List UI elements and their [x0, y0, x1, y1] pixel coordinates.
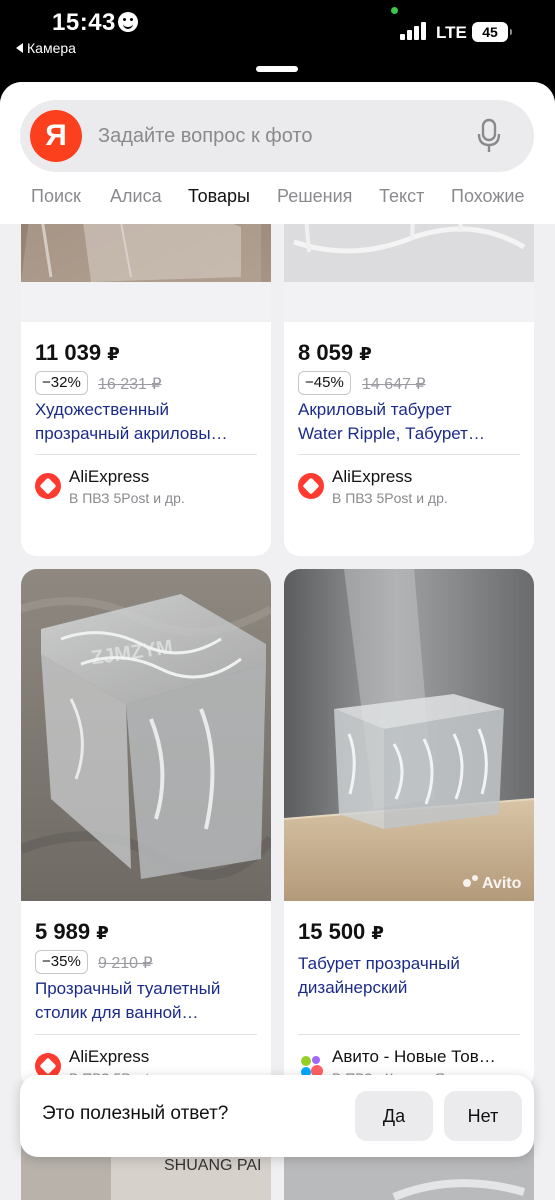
product-price: 11 039 ₽ [35, 340, 120, 365]
product-price: 8 059 ₽ [298, 340, 372, 365]
shop-name: Авито - Новые Тов… [332, 1047, 496, 1066]
product-card[interactable]: 8 059 ₽ −45% 14 647 ₽ Акриловый табурет W… [284, 182, 534, 556]
network-type: LTE [436, 23, 467, 42]
product-image: ZJMZYM [21, 569, 271, 901]
clock: 15:43 [52, 9, 116, 36]
product-title[interactable]: Табурет прозрачный дизайнерский [298, 952, 520, 1000]
results-sheet: Я Поиск Алиса Товары Решения Текст Похож… [0, 82, 555, 1200]
shop-name: AliExpress [69, 1047, 150, 1066]
yandex-logo-icon[interactable]: Я [30, 110, 82, 162]
product-card[interactable]: Avito 15 500 ₽ Табурет прозрачный дизайне… [284, 569, 534, 1089]
discount-badge: −45% [298, 371, 351, 395]
search-header: Я Поиск Алиса Товары Решения Текст Похож… [0, 82, 555, 224]
delivery-info: В ПВЗ 5Post и др. [332, 490, 448, 506]
feedback-prompt: Это полезный ответ? Да Нет [20, 1075, 534, 1157]
tab-search[interactable]: Поиск [31, 186, 81, 207]
search-input[interactable] [98, 120, 458, 152]
product-price: 5 989 ₽ [35, 919, 109, 944]
product-title[interactable]: Прозрачный туалетный столик для ванной… [35, 977, 257, 1025]
status-bar: 15:43 Камера LTE 45 [0, 0, 555, 82]
microphone-icon[interactable] [476, 118, 502, 154]
delivery-info: В ПВЗ 5Post и др. [69, 490, 185, 506]
product-card[interactable]: 11 039 ₽ −32% 16 231 ₽ Художественный про… [21, 182, 271, 556]
product-price: 15 500 ₽ [298, 919, 384, 944]
back-label: Камера [27, 40, 76, 56]
tab-similar[interactable]: Похожие [451, 186, 524, 207]
card-divider [298, 454, 520, 455]
old-price: 9 210 ₽ [98, 955, 153, 972]
feedback-question: Это полезный ответ? [42, 1103, 229, 1124]
aliexpress-logo-icon [35, 473, 61, 499]
camera-in-use-icon [391, 7, 398, 14]
old-price: 14 647 ₽ [362, 376, 426, 393]
discount-badge: −35% [35, 950, 88, 974]
back-arrow-icon [16, 43, 23, 53]
product-card[interactable]: ZJMZYM 5 989 ₽ −35% 9 210 ₽ Прозрачный т… [21, 569, 271, 1089]
sheet-drag-handle[interactable] [256, 66, 298, 72]
tab-solutions[interactable]: Решения [277, 186, 352, 207]
battery-icon: 45 [472, 22, 512, 42]
card-divider [35, 454, 257, 455]
signal-icon [400, 22, 428, 40]
card-divider [298, 1034, 520, 1035]
back-to-camera-link[interactable]: Камера [16, 40, 76, 56]
aliexpress-logo-icon [298, 473, 324, 499]
shop-name: AliExpress [69, 467, 150, 486]
product-title[interactable]: Художественный прозрачный акриловы… [35, 398, 257, 446]
product-image: Avito [284, 569, 534, 901]
avito-watermark: Avito [482, 875, 522, 892]
feedback-no-button[interactable]: Нет [444, 1091, 522, 1141]
old-price: 16 231 ₽ [98, 376, 162, 393]
shop-name: AliExpress [332, 467, 413, 486]
tab-text[interactable]: Текст [379, 186, 424, 207]
focus-smiley-icon [118, 12, 138, 32]
search-bar: Я [20, 100, 534, 172]
product-title[interactable]: Акриловый табурет Water Ripple, Табурет… [298, 398, 520, 446]
tab-alice[interactable]: Алиса [110, 186, 162, 207]
discount-badge: −32% [35, 371, 88, 395]
image-caption: SHUANG PAI [164, 1157, 262, 1174]
tab-products[interactable]: Товары [188, 186, 250, 207]
tab-bar: Поиск Алиса Товары Решения Текст Похожие [0, 186, 555, 218]
card-divider [35, 1034, 257, 1035]
feedback-yes-button[interactable]: Да [355, 1091, 433, 1141]
